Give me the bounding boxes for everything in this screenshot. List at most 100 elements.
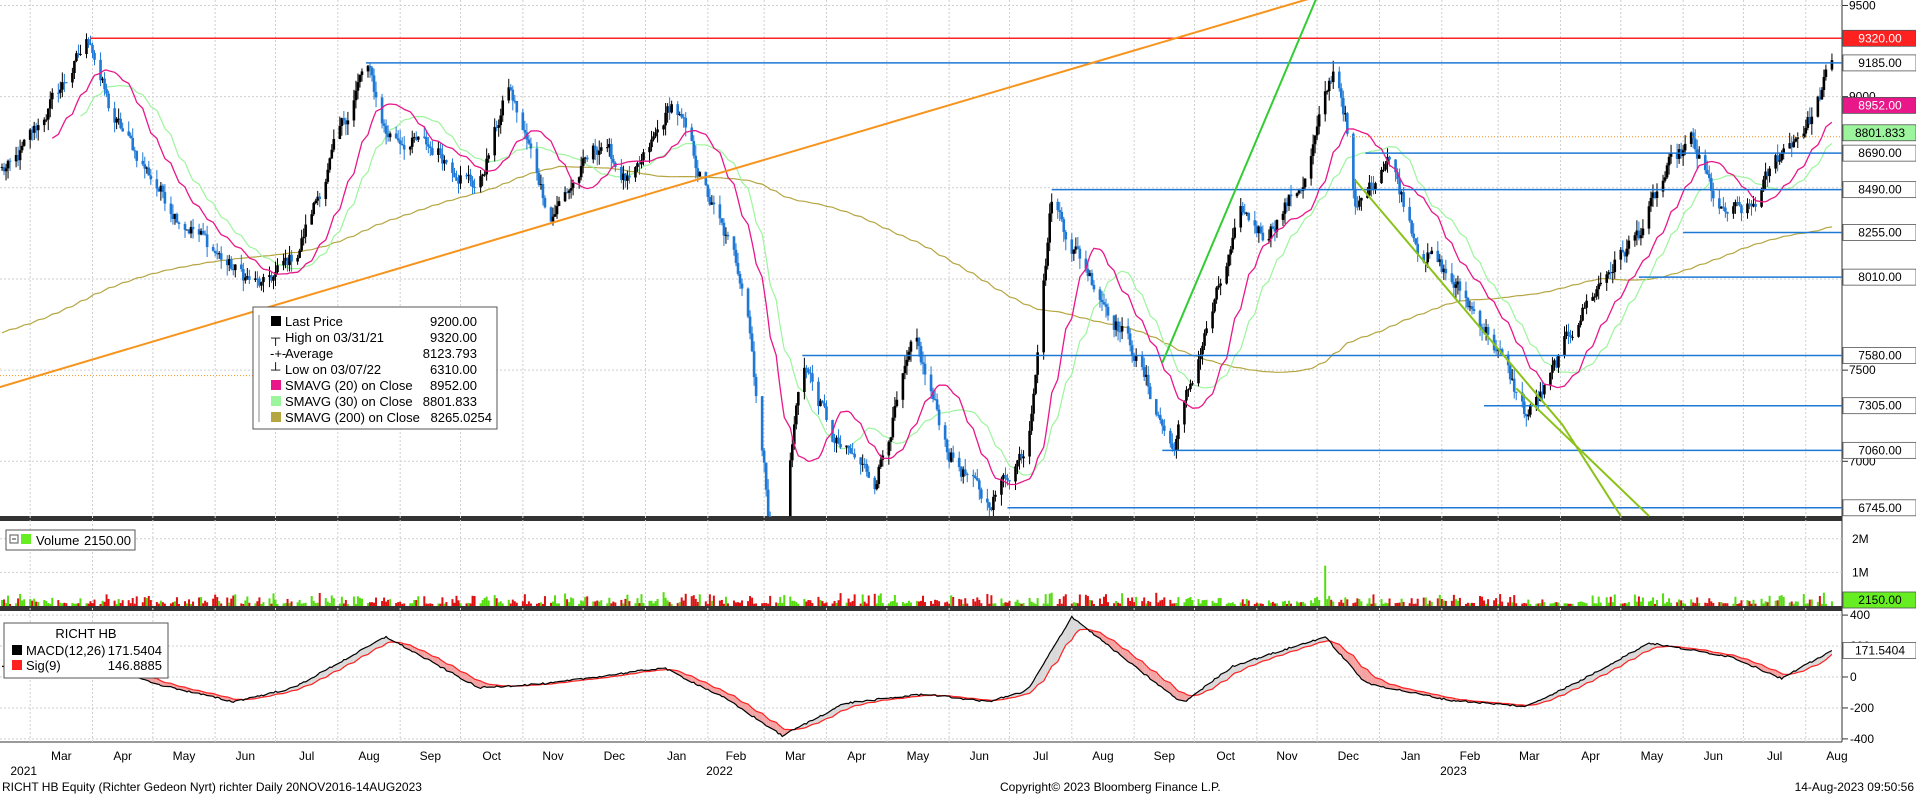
volume-bar [1760, 598, 1763, 606]
volume-bar [61, 603, 64, 606]
volume-bar [1668, 598, 1671, 606]
volume-bar [1595, 603, 1598, 606]
ohlc-body [951, 452, 955, 458]
ohlc-body [1712, 190, 1715, 199]
volume-bar [668, 602, 671, 606]
volume-bar [726, 603, 729, 606]
ohlc-body [1810, 116, 1814, 124]
ohlc-body [521, 112, 525, 131]
volume-bar [133, 603, 136, 606]
volume-bar [1215, 603, 1218, 606]
price-tag-label: 6745.00 [1858, 501, 1902, 515]
volume-bar [626, 594, 629, 606]
x-tick-label: Jul [1767, 749, 1782, 763]
ohlc-body [879, 459, 883, 467]
volume-bar [554, 595, 557, 606]
ohlc-body [1175, 439, 1178, 450]
ohlc-body [1022, 456, 1025, 459]
ohlc-body [690, 127, 694, 141]
ohlc-body [555, 206, 559, 215]
volume-bar [256, 601, 259, 606]
volume-bar [837, 600, 840, 606]
volume-bar [694, 598, 697, 606]
volume-bar [1173, 603, 1176, 606]
volume-legend-label: Volume [36, 533, 79, 548]
volume-bar [284, 602, 287, 606]
volume-bar [849, 602, 852, 606]
volume-bar [1740, 600, 1743, 606]
ohlc-body [752, 351, 756, 378]
ohlc-body [1444, 268, 1448, 274]
volume-bar [385, 601, 388, 606]
volume-bar [507, 599, 510, 606]
volume-bar [1211, 600, 1214, 606]
ohlc-body [175, 213, 179, 223]
volume-bar [1398, 602, 1401, 606]
ohlc-body [1816, 96, 1820, 117]
ohlc-body [853, 453, 856, 458]
volume-bar [427, 603, 430, 606]
volume-bar [1468, 603, 1471, 606]
volume-bar [1718, 602, 1721, 606]
ohlc-body [766, 489, 770, 516]
ohlc-body [1597, 284, 1600, 290]
volume-bar [43, 600, 46, 606]
volume-bar [204, 600, 207, 606]
volume-bar [344, 599, 347, 606]
volume-bar [1565, 603, 1568, 606]
volume-bar [978, 599, 981, 606]
volume-bar [1726, 603, 1729, 606]
volume-bar [578, 603, 581, 606]
price-tag-label: 9185.00 [1858, 56, 1902, 70]
volume-bar [1296, 601, 1299, 606]
ohlc-body [746, 288, 750, 317]
ohlc-body [57, 92, 60, 94]
volume-bar [415, 600, 418, 606]
volume-bar [747, 601, 750, 606]
signal-line [2, 628, 1833, 731]
x-tick-label: Jun [236, 749, 255, 763]
ohlc-body [431, 148, 434, 155]
ohlc-body [1227, 254, 1230, 267]
ohlc-body [1577, 325, 1580, 337]
volume-bar [1358, 598, 1361, 606]
volume-bar [312, 600, 315, 606]
magenta-square-icon [271, 380, 281, 390]
x-tick-label: Sep [1154, 749, 1176, 763]
ohlc-body [6, 160, 10, 169]
ohlc-body [59, 89, 62, 93]
ohlc-body [4, 168, 8, 172]
volume-bar [1738, 603, 1741, 606]
volume-bar [1022, 603, 1025, 606]
volume-bar [340, 596, 343, 606]
ohlc-body [1595, 289, 1598, 297]
volume-bar [330, 595, 333, 606]
ohlc-body [1215, 287, 1218, 300]
ohlc-body [1732, 206, 1735, 214]
ohlc-body [704, 172, 708, 186]
volume-bar [1261, 603, 1264, 606]
ohlc-body [1213, 299, 1216, 312]
ohlc-body [610, 144, 613, 159]
ohlc-body [354, 90, 358, 101]
volume-bar [1245, 598, 1248, 606]
ohlc-body [795, 405, 798, 425]
ohlc-body [1691, 132, 1695, 139]
volume-bar [113, 600, 116, 606]
volume-bar [1625, 603, 1628, 606]
ohlc-body [1388, 156, 1391, 160]
volume-bar [1422, 597, 1425, 606]
volume-bar [737, 602, 740, 606]
volume-bar [1776, 600, 1779, 606]
ohlc-body [304, 224, 307, 237]
ohlc-body [1140, 355, 1144, 368]
ohlc-body [712, 202, 716, 205]
volume-bar [1481, 596, 1484, 606]
volume-bar [1509, 596, 1512, 606]
volume-bar [980, 603, 983, 606]
volume-bar [1485, 603, 1488, 606]
black-square-icon [12, 645, 22, 655]
volume-bar [915, 600, 918, 606]
volume-bar [1710, 601, 1713, 606]
ohlc-body [963, 469, 967, 475]
